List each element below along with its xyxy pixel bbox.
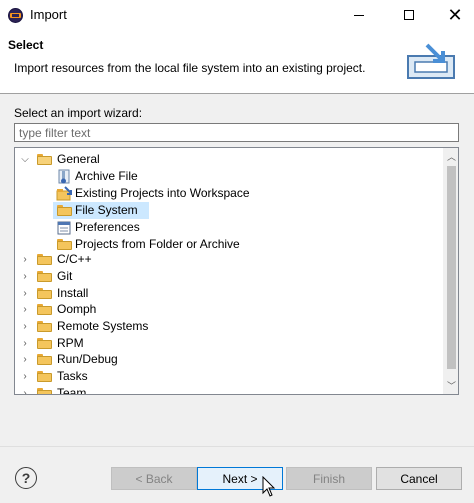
chevron-right-icon[interactable]: › — [20, 251, 30, 268]
tree-item-label: General — [57, 152, 100, 166]
page-title: Select — [8, 38, 44, 52]
import-wizard-label: Select an import wizard: — [14, 106, 143, 120]
filter-input[interactable] — [14, 123, 459, 142]
footer-separator — [0, 446, 474, 447]
wizard-tree-items: ⌵ General Archive File Existing Projects… — [15, 148, 443, 394]
minimize-button[interactable] — [336, 0, 382, 30]
folder-icon — [37, 354, 52, 365]
tree-item-rpm[interactable]: › RPM — [15, 335, 443, 352]
scrollbar-thumb[interactable] — [447, 166, 456, 369]
tree-item-file-system[interactable]: File System — [53, 202, 149, 219]
tree-vertical-scrollbar[interactable]: ︿ ﹀ — [443, 148, 458, 394]
chevron-right-icon[interactable]: › — [20, 351, 30, 368]
page-description: Import resources from the local file sys… — [14, 61, 366, 75]
back-button[interactable]: < Back — [111, 467, 197, 490]
title-bar: Import ✕ — [0, 0, 474, 30]
tree-item-remote-systems[interactable]: › Remote Systems — [15, 318, 443, 335]
folder-icon — [37, 304, 52, 315]
import-banner-icon — [407, 43, 455, 79]
tree-item-label: File System — [75, 203, 138, 217]
close-icon: ✕ — [447, 4, 463, 25]
folder-icon — [37, 321, 52, 332]
tree-item-run-debug[interactable]: › Run/Debug — [15, 351, 443, 368]
finish-button[interactable]: Finish — [286, 467, 372, 490]
tree-item-install[interactable]: › Install — [15, 285, 443, 302]
tree-item-git[interactable]: › Git — [15, 268, 443, 285]
tree-item-label: Remote Systems — [57, 319, 149, 333]
tree-item-existing-projects[interactable]: Existing Projects into Workspace — [15, 185, 443, 202]
maximize-button[interactable] — [386, 0, 432, 30]
maximize-icon — [404, 10, 414, 20]
chevron-right-icon[interactable]: › — [20, 301, 30, 318]
tree-item-label: Run/Debug — [57, 352, 118, 366]
window-title: Import — [30, 7, 67, 22]
tree-item-team[interactable]: › Team — [15, 385, 443, 394]
folder-icon — [37, 288, 52, 299]
tree-item-oomph[interactable]: › Oomph — [15, 301, 443, 318]
mouse-cursor-icon — [262, 476, 276, 497]
tree-item-label: RPM — [57, 336, 84, 350]
folder-icon — [57, 239, 72, 250]
existing-projects-icon — [56, 186, 72, 201]
scroll-down-arrow-icon[interactable]: ﹀ — [443, 377, 458, 394]
folder-icon — [37, 388, 52, 394]
chevron-right-icon[interactable]: › — [20, 285, 30, 302]
tree-item-tasks[interactable]: › Tasks — [15, 368, 443, 385]
chevron-right-icon[interactable]: › — [20, 385, 30, 394]
tree-item-cpp[interactable]: › C/C++ — [15, 251, 443, 268]
folder-icon — [37, 254, 52, 265]
folder-icon — [37, 271, 52, 282]
archive-file-icon — [58, 169, 70, 184]
chevron-down-icon[interactable]: ⌵ — [20, 151, 30, 168]
tree-item-label: Tasks — [57, 369, 88, 383]
close-button[interactable]: ✕ — [432, 0, 474, 30]
wizard-tree: ⌵ General Archive File Existing Projects… — [14, 147, 459, 395]
chevron-right-icon[interactable]: › — [20, 318, 30, 335]
wizard-header: Select Import resources from the local f… — [0, 30, 474, 94]
chevron-right-icon[interactable]: › — [20, 335, 30, 352]
chevron-right-icon[interactable]: › — [20, 268, 30, 285]
folder-icon — [37, 371, 52, 382]
tree-item-label: Oomph — [57, 302, 97, 316]
eclipse-app-icon — [8, 8, 23, 23]
folder-icon — [57, 205, 72, 216]
tree-item-label: Install — [57, 286, 89, 300]
tree-item-label: Git — [57, 269, 73, 283]
cancel-button[interactable]: Cancel — [376, 467, 462, 490]
tree-item-preferences[interactable]: Preferences — [15, 219, 443, 236]
scroll-up-arrow-icon[interactable]: ︿ — [443, 148, 458, 165]
folder-open-icon — [37, 154, 52, 165]
tree-item-label: Preferences — [75, 220, 140, 234]
tree-item-label: Archive File — [75, 169, 138, 183]
tree-item-general[interactable]: ⌵ General — [15, 151, 443, 168]
help-button[interactable]: ? — [15, 467, 37, 489]
chevron-right-icon[interactable]: › — [20, 368, 30, 385]
minimize-icon — [354, 14, 364, 16]
preferences-icon — [57, 221, 71, 235]
tree-item-archive-file[interactable]: Archive File — [15, 168, 443, 185]
tree-item-label: C/C++ — [57, 252, 92, 266]
tree-item-label: Team — [57, 386, 87, 394]
folder-icon — [37, 338, 52, 349]
tree-item-label: Existing Projects into Workspace — [75, 186, 250, 200]
